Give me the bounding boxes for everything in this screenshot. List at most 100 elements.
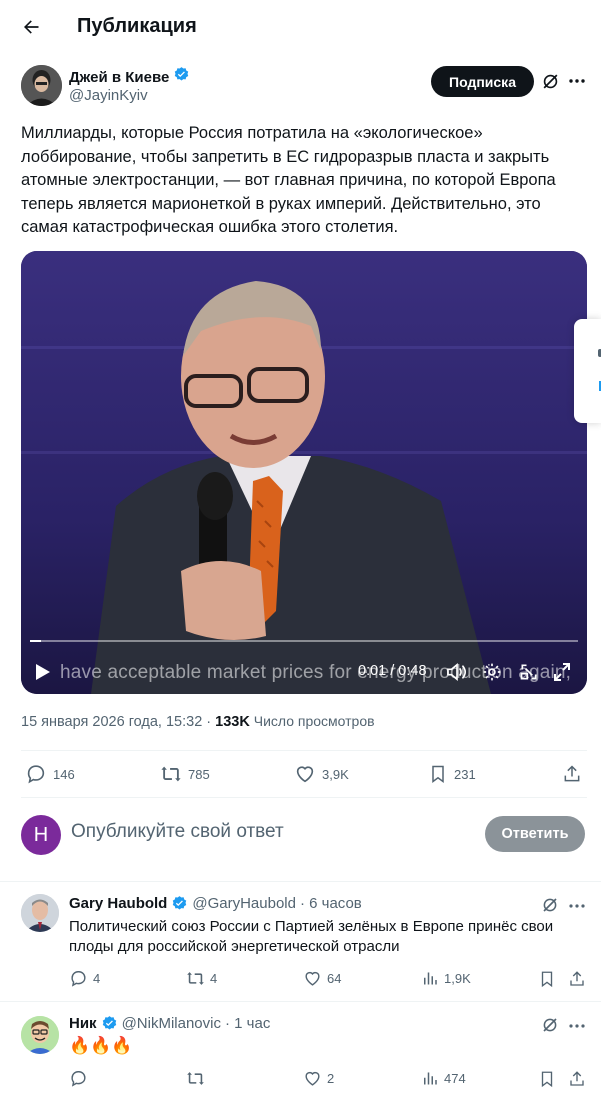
grok-icon[interactable] — [541, 896, 559, 919]
reply-icon — [27, 765, 45, 784]
comment-repost-action[interactable] — [186, 1069, 210, 1088]
comment-header: Ник @NikMilanovic · 1 час — [69, 1015, 270, 1032]
comment-reply-action[interactable]: 4 — [69, 969, 100, 988]
repost-action[interactable]: 785 — [160, 763, 210, 785]
comment-time[interactable]: · 6 часов — [300, 895, 362, 912]
reply-input[interactable]: Опубликуйте свой ответ — [71, 821, 284, 843]
like-action[interactable]: 3,9K — [294, 763, 349, 785]
grok-icon[interactable] — [541, 1016, 559, 1039]
bookmark-count: 231 — [454, 766, 476, 782]
analytics-icon — [424, 972, 437, 985]
comment-like-action[interactable]: 2 — [303, 1069, 334, 1088]
post-text-line: Миллиарды, которые Россия потратила на «… — [21, 124, 483, 142]
share-icon — [564, 765, 580, 782]
post-meta: 15 января 2026 года, 15:32 · 133K Число … — [21, 713, 375, 730]
meta-separator: · — [202, 714, 216, 730]
back-arrow-icon[interactable] — [16, 12, 46, 42]
share-icon — [570, 1071, 584, 1086]
author-avatar[interactable] — [21, 65, 62, 106]
comment-share-action[interactable] — [568, 1069, 586, 1089]
comment-repost-action[interactable]: 4 — [186, 969, 217, 988]
more-options-icon[interactable] — [568, 74, 586, 93]
video-frame — [21, 251, 587, 694]
reply-count: 146 — [53, 766, 75, 782]
volume-icon[interactable] — [446, 662, 468, 687]
comment-handle[interactable]: @GaryHaubold — [192, 895, 296, 912]
comment-text-line: Политический союз России с Партией зелён… — [69, 918, 554, 935]
verified-badge-icon — [173, 66, 190, 88]
author-name[interactable]: Джей в Киеве — [69, 69, 169, 86]
heart-icon — [305, 1071, 320, 1086]
settings-gear-icon[interactable] — [482, 662, 502, 687]
bookmark-icon — [541, 971, 553, 988]
top-bar: Публикация — [0, 0, 601, 53]
comment-bookmark-action[interactable] — [538, 969, 556, 989]
repost-count: 4 — [210, 971, 218, 986]
fullscreen-icon[interactable] — [554, 662, 570, 687]
post-text-line: теперь является марионеткой в руках импе… — [21, 194, 541, 213]
reply-count: 4 — [93, 971, 101, 986]
bookmark-action[interactable]: 231 — [428, 763, 476, 785]
author-handle[interactable]: @JayinKyiv — [69, 87, 148, 104]
divider — [0, 881, 601, 882]
views-count: 1,9K — [444, 971, 471, 986]
share-action[interactable] — [562, 763, 582, 785]
composer-avatar[interactable]: H — [21, 815, 61, 855]
comment-text-line: 🔥🔥🔥 — [69, 1036, 133, 1055]
comment-author[interactable]: Ник — [69, 1015, 97, 1032]
comment-reply-action[interactable] — [69, 1069, 93, 1088]
comment-views-action[interactable]: 1,9K — [421, 969, 471, 988]
like-count: 3,9K — [322, 766, 349, 782]
post-text-line: атомные электростанции, — вот главная пр… — [21, 171, 556, 189]
video-player[interactable] — [21, 251, 587, 694]
reply-icon — [71, 971, 86, 987]
divider — [21, 797, 587, 798]
reply-icon — [71, 1071, 86, 1087]
analytics-icon — [424, 1072, 437, 1085]
divider — [0, 1001, 601, 1002]
grok-icon[interactable] — [541, 72, 560, 96]
picture-in-picture-icon[interactable] — [519, 662, 539, 687]
reply-action[interactable]: 146 — [25, 763, 75, 785]
views-count: 474 — [444, 1071, 466, 1086]
repost-icon — [161, 766, 181, 782]
comment-like-action[interactable]: 64 — [303, 969, 341, 988]
comment-header: Gary Haubold @GaryHaubold · 6 часов — [69, 895, 362, 912]
comment-views-action[interactable]: 474 — [421, 1069, 466, 1088]
comment-author[interactable]: Gary Haubold — [69, 895, 167, 912]
like-count: 64 — [327, 971, 342, 986]
follow-button[interactable]: Подписка — [431, 66, 534, 97]
comment-avatar[interactable] — [21, 894, 59, 932]
repost-count: 785 — [188, 766, 210, 782]
video-time: 0:01 / 0:48 — [358, 663, 427, 679]
bookmark-icon — [541, 1071, 553, 1088]
author-name-row: Джей в Киеве — [69, 66, 190, 88]
verified-badge-icon — [102, 1016, 116, 1030]
comment-avatar[interactable] — [21, 1016, 59, 1054]
side-floating-panel[interactable] — [574, 319, 601, 423]
heart-icon — [296, 766, 314, 783]
comment-text: 🔥🔥🔥 — [69, 1036, 133, 1056]
page-title: Публикация — [77, 15, 197, 37]
comment-bookmark-action[interactable] — [538, 1069, 556, 1089]
repost-icon — [187, 972, 204, 985]
divider — [21, 750, 587, 751]
like-count: 2 — [327, 1071, 335, 1086]
comment-handle[interactable]: @NikMilanovic — [122, 1015, 221, 1032]
verified-badge-icon — [173, 896, 187, 910]
post-text-line: лоббирование, чтобы запретить в ЕС гидро… — [21, 147, 550, 166]
view-count: 133K — [215, 714, 250, 730]
repost-icon — [187, 1072, 204, 1085]
reply-submit-button[interactable]: Ответить — [485, 816, 585, 852]
heart-icon — [305, 971, 320, 986]
comment-share-action[interactable] — [568, 969, 586, 989]
post-text: Миллиарды, которые Россия потратила на «… — [21, 122, 581, 240]
play-icon[interactable] — [35, 663, 51, 686]
comment-text: Политический союз России с Партией зелён… — [69, 917, 553, 957]
comment-time[interactable]: · 1 час — [225, 1015, 270, 1032]
more-options-icon[interactable] — [568, 899, 586, 918]
bookmark-icon — [432, 765, 444, 783]
post-text-line: самая катастрофическая ошибка этого стол… — [21, 218, 399, 236]
post-date[interactable]: 15 января 2026 года, 15:32 — [21, 714, 202, 730]
more-options-icon[interactable] — [568, 1019, 586, 1038]
